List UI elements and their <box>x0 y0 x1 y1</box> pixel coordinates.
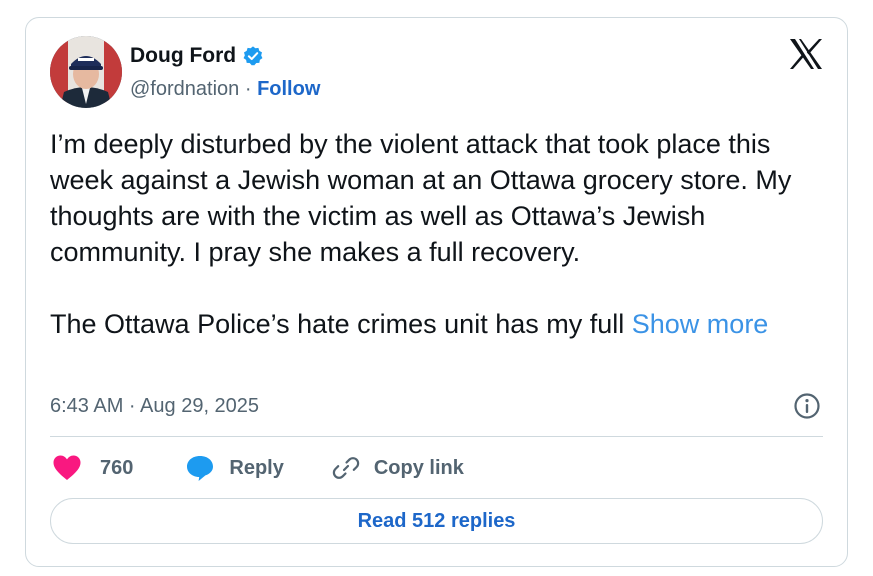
author-name-row: Doug Ford <box>130 44 264 68</box>
tweet-actions: 760 Reply Copy link <box>52 450 464 486</box>
heart-icon <box>52 454 82 482</box>
author-handle[interactable]: @fordnation <box>130 78 239 100</box>
tweet-paragraph-1: I’m deeply disturbed by the violent atta… <box>50 129 792 267</box>
reply-button[interactable]: Reply <box>171 454 284 482</box>
tweet-paragraph-2: The Ottawa Police’s hate crimes unit has… <box>50 309 625 339</box>
tweet-timestamp[interactable]: 6:43 AM · Aug 29, 2025 <box>50 395 259 418</box>
speech-bubble-icon <box>185 454 215 482</box>
tweet-card: Doug Ford @fordnation · Follow I’m deepl… <box>25 17 848 567</box>
author-handle-row: @fordnation · Follow <box>130 78 320 101</box>
reply-label: Reply <box>229 456 284 479</box>
copy-link-button[interactable]: Copy link <box>318 454 464 482</box>
tweet-text: I’m deeply disturbed by the violent atta… <box>50 126 830 342</box>
x-logo-icon[interactable] <box>789 38 823 70</box>
link-icon <box>332 454 360 482</box>
copy-link-label: Copy link <box>373 456 464 479</box>
divider <box>50 436 823 437</box>
show-more-link[interactable]: Show more <box>632 309 769 339</box>
read-replies-button[interactable]: Read 512 replies <box>50 498 823 544</box>
follow-button[interactable]: Follow <box>257 78 320 100</box>
handle-separator: · <box>244 78 252 100</box>
author-avatar[interactable] <box>50 36 122 108</box>
info-icon[interactable] <box>793 392 821 420</box>
like-button[interactable]: 760 <box>52 454 133 482</box>
author-name[interactable]: Doug Ford <box>130 44 236 68</box>
verified-badge-icon <box>242 45 264 67</box>
tweet-paragraph-2-container: The Ottawa Police’s hate crimes unit has… <box>50 306 830 342</box>
like-count: 760 <box>100 456 134 479</box>
